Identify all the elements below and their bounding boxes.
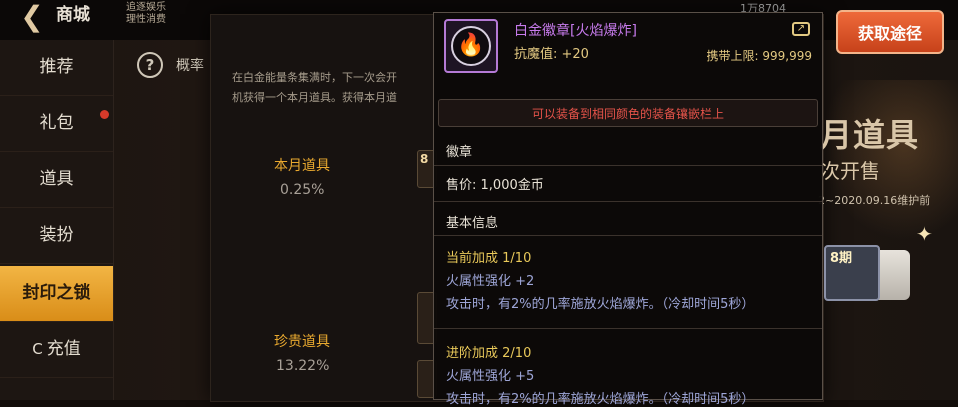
sidebar-item-label: 装扮 <box>39 225 74 245</box>
sidebar-item-seal-lock[interactable]: 封印之锁 <box>0 266 113 322</box>
flame-badge-icon: 🔥 <box>451 26 491 66</box>
back-arrow-icon[interactable]: ❮ <box>12 2 52 32</box>
modal-description: 在白金能量条集满时，下一次会开 机获得一个本月道具。获得本月道 <box>232 68 442 108</box>
divider <box>434 165 822 166</box>
sidebar-item-outfit[interactable]: 装扮 <box>0 208 113 264</box>
basic-info-heading: 基本信息 <box>446 216 499 231</box>
item-price: 售价: 1,000金币 <box>446 174 544 193</box>
help-icon[interactable]: ? <box>137 52 163 78</box>
carry-limit: 携带上限: 999,999 <box>706 49 812 63</box>
desc-line-1: 在白金能量条集满时，下一次会开 <box>232 71 397 84</box>
item-icon-frame: 🔥 <box>444 19 498 73</box>
slot-number: 8 <box>420 152 429 166</box>
sidebar-item-items[interactable]: 道具 <box>0 152 113 208</box>
sparkle-icon: ✦ <box>916 222 933 246</box>
monthly-item-rate: 0.25% <box>280 182 325 198</box>
sidebar-item-label: 推荐 <box>39 57 74 77</box>
monthly-item-label: 本月道具 <box>274 158 330 174</box>
advanced-fire-stat: 火属性强化 +5 <box>446 369 535 384</box>
current-effect: 攻击时，有2%的几率施放火焰爆炸。（冷却时间5秒） <box>446 297 755 312</box>
item-stat: 抗魔值: +20 <box>514 47 589 62</box>
advanced-bonus: 进阶加成 2/10 <box>446 342 531 361</box>
item-tooltip: 🔥 白金徽章[火焰爆炸] 抗魔值: +20 ↗ 携带上限: 999,999 可以… <box>433 12 823 407</box>
share-icon[interactable]: ↗ <box>792 22 810 36</box>
sidebar-item-label: 礼包 <box>39 113 74 133</box>
item-category: 徽章 <box>446 145 473 160</box>
current-bonus-label: 当前加成 <box>446 251 499 266</box>
desc-line-2: 机获得一个本月道具。获得本月道 <box>232 91 397 104</box>
tag-line-2: 理性消费 <box>126 14 166 25</box>
get-method-button[interactable]: 获取途径 <box>836 10 944 54</box>
recharge-icon: C <box>32 340 43 358</box>
advanced-bonus-level: 2/10 <box>502 346 532 361</box>
divider <box>434 201 822 202</box>
sidebar-item-recharge[interactable]: C 充值 <box>0 322 113 378</box>
sidebar-item-recommend[interactable]: 推荐 <box>0 40 113 96</box>
advanced-effect: 攻击时，有2%的几率施放火焰爆炸。（冷却时间5秒） <box>446 392 755 407</box>
reward-number: 8期 <box>830 251 853 266</box>
tag-line-1: 追逐娱乐 <box>126 2 166 13</box>
divider <box>434 235 822 236</box>
notification-dot <box>100 110 109 119</box>
price-label: 售价: <box>446 178 481 193</box>
current-fire-stat: 火属性强化 +2 <box>446 274 535 289</box>
page-title: 商城 <box>56 5 90 25</box>
sidebar: 推荐 礼包 道具 装扮 封印之锁 C 充值 <box>0 40 114 400</box>
divider <box>434 328 822 329</box>
banner-date: 2~2020.09.16维护前 <box>818 194 931 207</box>
banner-subtitle: 次开售 <box>820 159 880 183</box>
sidebar-item-gift-pack[interactable]: 礼包 <box>0 96 113 152</box>
current-bonus: 当前加成 1/10 <box>446 247 531 266</box>
advanced-bonus-label: 进阶加成 <box>446 346 499 361</box>
rare-item-label: 珍贵道具 <box>274 334 330 350</box>
rare-item-rate: 13.22% <box>276 358 330 374</box>
sidebar-item-label: 封印之锁 <box>22 283 91 303</box>
reward-item-box[interactable]: 8期 <box>824 245 880 301</box>
probability-link[interactable]: 概率 <box>176 55 204 75</box>
sidebar-item-label: 充值 <box>46 339 81 359</box>
rational-consumption-tag: 追逐娱乐 理性消费 <box>126 2 196 26</box>
price-value: 1,000金币 <box>480 178 544 193</box>
item-name: 白金徽章[火焰爆炸] <box>514 23 637 39</box>
current-bonus-level: 1/10 <box>502 251 532 266</box>
sidebar-item-label: 道具 <box>39 169 74 189</box>
equip-note: 可以装备到相同颜色的装备镶嵌栏上 <box>438 99 818 127</box>
banner-title: 月道具 <box>820 116 920 154</box>
